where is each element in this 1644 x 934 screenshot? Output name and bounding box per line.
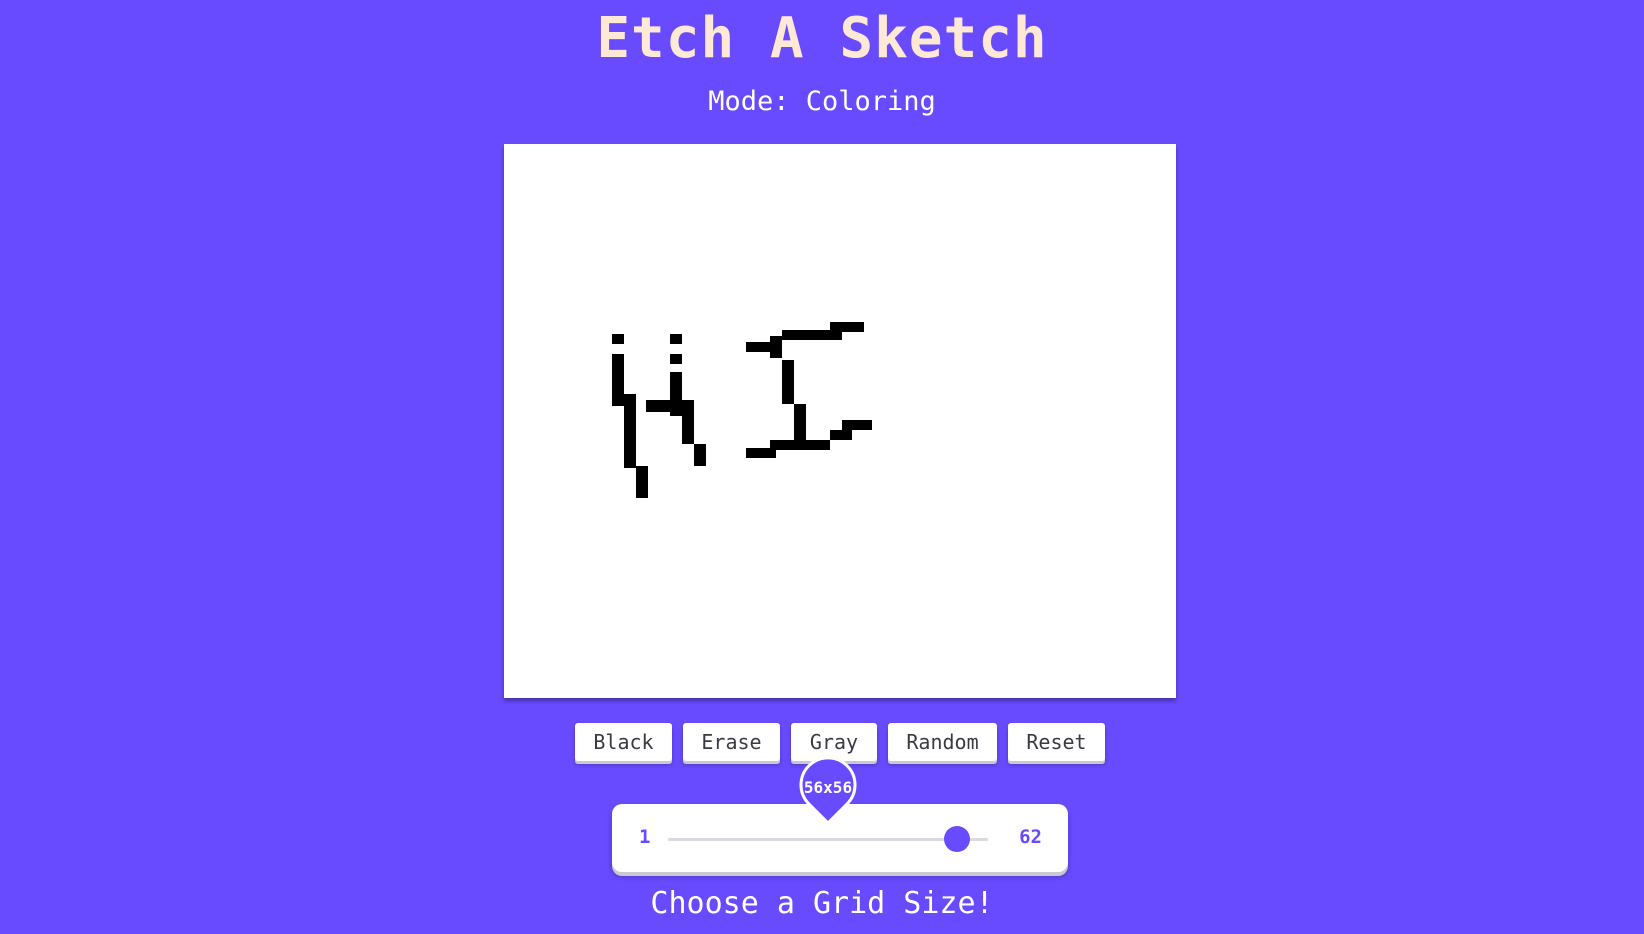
colored-cell [842, 420, 872, 430]
colored-cell [646, 400, 670, 412]
grid-size-caption: Choose a Grid Size! [650, 886, 994, 921]
colored-cell [830, 430, 852, 440]
colored-cell [612, 354, 624, 406]
sketch-grid[interactable] [504, 144, 1176, 698]
mode-indicator: Mode: Coloring [708, 86, 936, 117]
colored-cell [746, 448, 776, 458]
slider-max-label: 62 [1019, 826, 1042, 848]
colored-cell [670, 354, 682, 364]
reset-button[interactable]: Reset [1008, 723, 1105, 761]
slider-thumb[interactable] [943, 826, 970, 852]
colored-cell [770, 336, 782, 358]
colored-cell [670, 372, 682, 416]
erase-button[interactable]: Erase [683, 723, 780, 761]
colored-cell [794, 404, 806, 446]
drawing-layer [612, 322, 872, 498]
slider-min-label: 1 [639, 826, 651, 848]
colored-cell [770, 440, 830, 450]
colored-cell [612, 334, 624, 344]
gray-button[interactable]: Gray [791, 723, 877, 761]
colored-cell [830, 322, 864, 332]
colored-cell [682, 412, 694, 444]
page-title: Etch A Sketch [596, 6, 1048, 71]
colored-cell [694, 444, 706, 466]
mode-buttons: Black Erase Gray Random Reset [0, 723, 1644, 761]
colored-cell [670, 334, 682, 344]
colored-cell [782, 360, 794, 404]
black-button[interactable]: Black [575, 723, 672, 761]
slider-track[interactable] [668, 826, 988, 852]
slider-value-label: 56x56 [803, 778, 853, 797]
colored-cell [636, 466, 648, 498]
slider-value-bubble: 56x56 [798, 756, 858, 826]
colored-cell [624, 394, 636, 468]
random-button[interactable]: Random [888, 723, 997, 761]
colored-cell [682, 400, 694, 412]
